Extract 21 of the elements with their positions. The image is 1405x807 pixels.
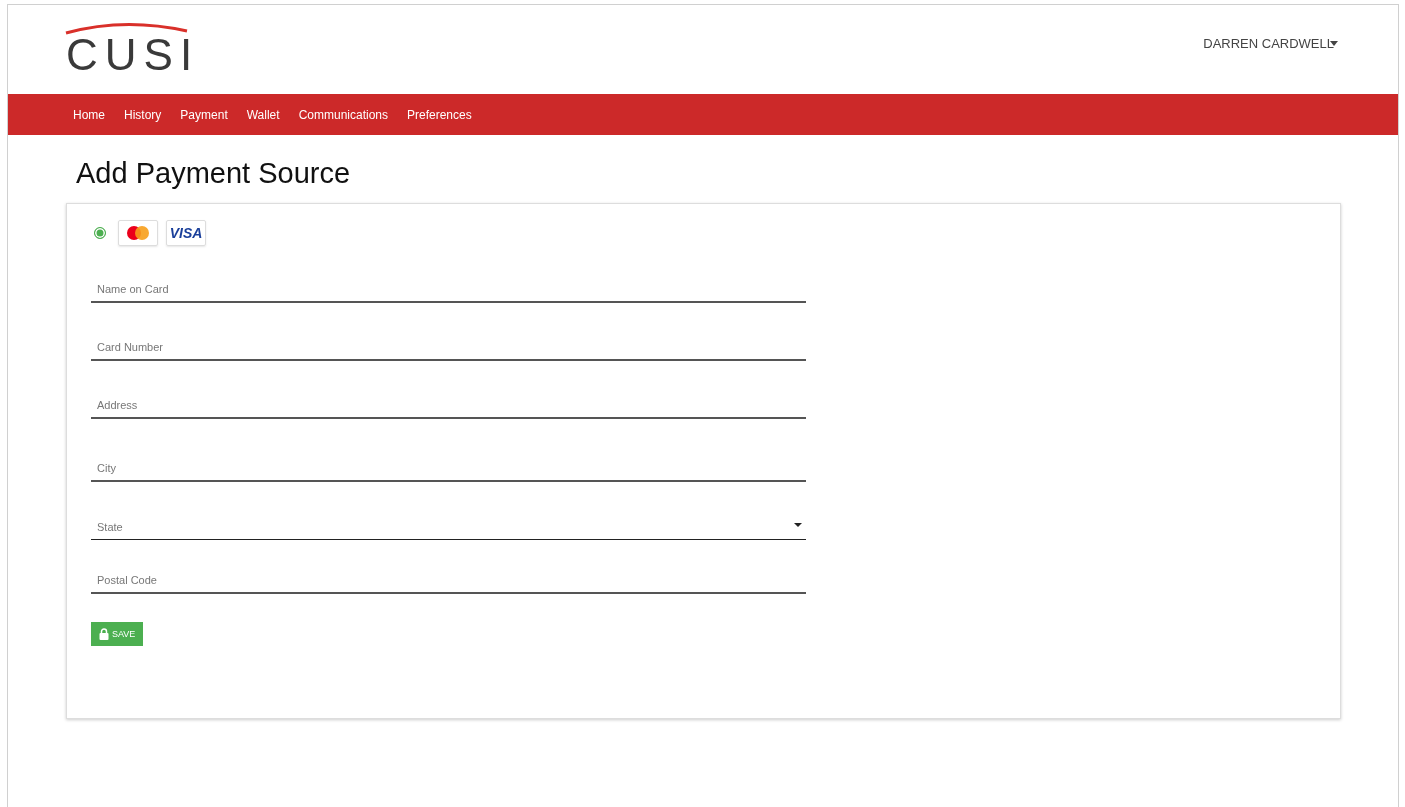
select-field[interactable]: State (91, 503, 806, 540)
input-field[interactable]: Card Number (91, 324, 806, 361)
input-field[interactable]: City (91, 445, 806, 482)
nav-link[interactable]: Wallet (238, 107, 288, 122)
nav-link[interactable]: History (116, 107, 170, 122)
input-field[interactable]: Name on Card (91, 266, 806, 303)
card-logo: VISA (166, 220, 206, 246)
card-logo (118, 220, 158, 246)
save-button[interactable]: SAVE (91, 622, 144, 646)
nav-link[interactable]: Communications (290, 107, 396, 122)
lock-icon (99, 628, 109, 640)
input-field[interactable]: Address (91, 382, 806, 419)
input-field[interactable]: Postal Code (91, 557, 806, 594)
logo: CUSI (66, 22, 200, 77)
page-title: Add Payment Source (76, 156, 352, 191)
radio-button[interactable] (94, 227, 106, 239)
user-menu[interactable]: DARREN CARDWELL (1203, 36, 1338, 51)
nav-link[interactable]: Preferences (399, 107, 480, 122)
nav-link[interactable]: Home (65, 107, 113, 122)
caret-icon (794, 523, 802, 527)
nav-link[interactable]: Payment (172, 107, 236, 122)
